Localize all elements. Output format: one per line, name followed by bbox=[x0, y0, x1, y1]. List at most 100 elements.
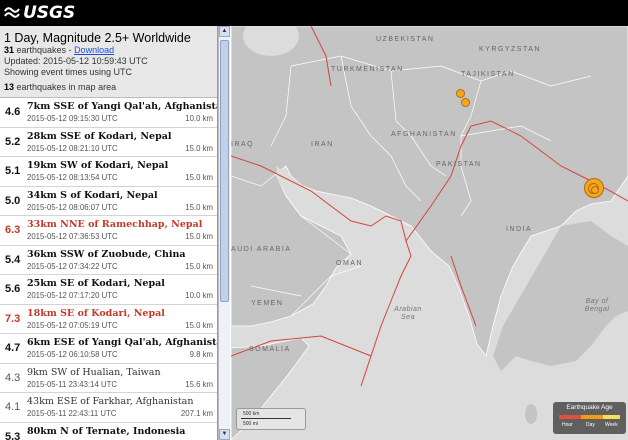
earthquake-list-item[interactable]: 5.3 80km N of Ternate, Indonesia bbox=[0, 423, 217, 440]
label-tajikistan: TAJIKISTAN bbox=[461, 71, 515, 78]
earthquake-magnitude: 5.4 bbox=[5, 253, 21, 266]
earthquake-time: 2015-05-12 07:17:20 UTC bbox=[27, 291, 118, 300]
legend-label-hour: Hour bbox=[562, 422, 573, 428]
earthquake-time: 2015-05-12 07:36:53 UTC bbox=[27, 232, 118, 241]
earthquake-place: 33km NNE of Ramechhap, Nepal bbox=[27, 219, 203, 230]
legend-bar-hour bbox=[559, 415, 581, 419]
legend-title: Earthquake Age bbox=[566, 404, 613, 411]
summary-title: 1 Day, Magnitude 2.5+ Worldwide bbox=[4, 31, 191, 45]
label-uzbekistan: UZBEKISTAN bbox=[376, 36, 435, 43]
quake-marker-afghanistan-2[interactable] bbox=[461, 98, 470, 107]
earthquake-time: 2015-05-11 22:43:11 UTC bbox=[27, 409, 117, 418]
earthquake-time: 2015-05-12 06:10:58 UTC bbox=[27, 350, 118, 359]
earthquake-time: 2015-05-11 23:43:14 UTC bbox=[27, 379, 118, 389]
earthquake-depth: 15.0 km bbox=[185, 232, 213, 241]
earthquake-depth: 207.1 km bbox=[180, 409, 213, 418]
earthquake-magnitude: 4.7 bbox=[5, 342, 21, 354]
quake-marker-afghanistan-1[interactable] bbox=[456, 89, 465, 98]
scale-km-label: 500 km bbox=[243, 411, 260, 417]
earthquake-count-line: 31 earthquakes - Download bbox=[4, 45, 213, 56]
scroll-down-button[interactable]: ▼ bbox=[219, 429, 230, 440]
earthquake-list-item[interactable]: 4.6 7km SSE of Yangi Qal'ah, Afghanistan 2… bbox=[0, 98, 217, 128]
earthquake-magnitude: 6.3 bbox=[5, 224, 21, 236]
earthquake-place: 25km SE of Kodari, Nepal bbox=[27, 278, 165, 289]
earthquake-age-legend: Earthquake Age Hour Day Week bbox=[553, 402, 626, 434]
earthquake-list-item[interactable]: 5.0 34km S of Kodari, Nepal 2015-05-12 08:… bbox=[0, 187, 217, 216]
timezone-note: Showing event times using UTC bbox=[4, 67, 133, 77]
earthquake-place: 34km S of Kodari, Nepal bbox=[27, 189, 158, 201]
label-iraq: IRAQ bbox=[231, 141, 255, 148]
label-somalia: SOMALIA bbox=[249, 346, 291, 353]
top-bar: USGS bbox=[0, 0, 628, 26]
earthquake-place: 28km SSE of Kodari, Nepal bbox=[27, 130, 172, 142]
label-kyrgyzstan: KYRGYZSTAN bbox=[479, 46, 541, 53]
earthquake-list-item[interactable]: 4.7 6km ESE of Yangi Qal'ah, Afghanistan 2… bbox=[0, 334, 217, 364]
scale-mi-label: 500 mi bbox=[243, 421, 259, 427]
earthquake-list-item[interactable]: 5.1 19km SW of Kodari, Nepal 2015-05-12 08… bbox=[0, 157, 217, 187]
scroll-thumb[interactable] bbox=[220, 40, 229, 302]
earthquake-depth: 15.0 km bbox=[185, 202, 213, 212]
earthquake-place: 18km SE of Kodari, Nepal bbox=[27, 307, 165, 319]
earthquake-magnitude: 5.1 bbox=[5, 165, 21, 177]
earthquake-depth: 15.0 km bbox=[185, 143, 213, 153]
earthquake-magnitude: 5.3 bbox=[5, 430, 21, 440]
earthquake-list-item[interactable]: 4.3 9km SW of Hualian, Taiwan 2015-05-11 2… bbox=[0, 364, 217, 393]
label-oman: OMAN bbox=[336, 260, 363, 267]
updated-timestamp: Updated: 2015-05-12 10:59:43 UTC bbox=[4, 56, 148, 66]
earthquake-place: 9km SW of Hualian, Taiwan bbox=[27, 366, 161, 378]
earthquake-depth: 15.0 km bbox=[185, 173, 213, 182]
earthquake-count: 31 bbox=[4, 45, 15, 55]
label-afghanistan: AFGHANISTAN bbox=[391, 131, 457, 138]
usgs-wave-icon bbox=[4, 7, 20, 18]
label-yemen: YEMEN bbox=[251, 300, 284, 307]
earthquake-list-item[interactable]: 4.1 43km ESE of Farkhar, Afghanistan 2015-… bbox=[0, 393, 217, 423]
earthquake-magnitude: 4.6 bbox=[5, 106, 21, 118]
map-area-count: 13 earthquakes in map area bbox=[4, 82, 213, 93]
earthquake-magnitude: 7.3 bbox=[5, 312, 21, 325]
earthquake-map[interactable]: UZBEKISTAN KYRGYZSTAN TURKMENISTAN TAJIK… bbox=[231, 26, 628, 440]
earthquake-magnitude: 5.6 bbox=[5, 283, 21, 295]
map-area-count-value: 13 bbox=[4, 82, 15, 92]
earthquake-list-item[interactable]: 5.6 25km SE of Kodari, Nepal 2015-05-12 07… bbox=[0, 275, 217, 305]
earthquake-magnitude: 5.0 bbox=[5, 194, 21, 207]
label-bay-of-bengal: Bay of Bengal bbox=[584, 298, 610, 313]
legend-bar-week bbox=[603, 415, 620, 419]
scroll-up-button[interactable]: ▲ bbox=[219, 26, 230, 37]
earthquake-place: 19km SW of Kodari, Nepal bbox=[27, 160, 169, 171]
sri-lanka bbox=[525, 404, 537, 424]
label-iran: IRAN bbox=[311, 141, 334, 148]
earthquake-magnitude: 4.1 bbox=[5, 401, 21, 413]
earthquake-list-item[interactable]: 7.3 18km SE of Kodari, Nepal 2015-05-12 07… bbox=[0, 305, 217, 334]
map-scale: 500 km 500 mi bbox=[236, 408, 306, 430]
download-link[interactable]: Download bbox=[74, 45, 114, 55]
quake-marker-nepal-small-2[interactable] bbox=[591, 186, 599, 194]
summary-panel: 1 Day, Magnitude 2.5+ Worldwide 31 earth… bbox=[0, 26, 217, 98]
earthquake-time: 2015-05-12 08:06:07 UTC bbox=[27, 202, 118, 212]
earthquake-place: 43km ESE of Farkhar, Afghanistan bbox=[27, 396, 194, 407]
earthquake-time: 2015-05-12 07:05:19 UTC bbox=[27, 320, 118, 330]
earthquake-depth: 15.6 km bbox=[185, 379, 213, 389]
earthquake-time: 2015-05-12 08:21:10 UTC bbox=[27, 143, 118, 153]
usgs-logo[interactable]: USGS bbox=[4, 3, 75, 23]
earthquake-depth: 9.8 km bbox=[189, 350, 213, 359]
earthquake-depth: 15.0 km bbox=[185, 320, 213, 330]
earthquake-place: 36km SSW of Zuobude, China bbox=[27, 248, 186, 260]
label-india: INDIA bbox=[506, 226, 533, 233]
legend-bar-day bbox=[581, 415, 603, 419]
label-saudi-arabia: AUDI ARABIA bbox=[231, 246, 292, 253]
map-canvas[interactable] bbox=[231, 26, 628, 440]
label-pakistan: PAKISTAN bbox=[436, 161, 482, 168]
legend-label-day: Day bbox=[586, 422, 595, 428]
earthquake-place: 80km N of Ternate, Indonesia bbox=[27, 425, 186, 437]
earthquake-list-item[interactable]: 6.3 33km NNE of Ramechhap, Nepal 2015-05-1… bbox=[0, 216, 217, 246]
label-turkmenistan: TURKMENISTAN bbox=[331, 66, 404, 73]
map-area-count-suffix: earthquakes in map area bbox=[14, 82, 117, 92]
earthquake-list-item[interactable]: 5.4 36km SSW of Zuobude, China 2015-05-12 … bbox=[0, 246, 217, 275]
sidebar-scrollbar[interactable]: ▲ ▼ bbox=[218, 26, 230, 440]
scale-line bbox=[241, 418, 291, 419]
earthquake-place: 6km ESE of Yangi Qal'ah, Afghanistan bbox=[27, 337, 218, 348]
earthquake-sidebar: 1 Day, Magnitude 2.5+ Worldwide 31 earth… bbox=[0, 26, 218, 440]
earthquake-list-item[interactable]: 5.2 28km SSE of Kodari, Nepal 2015-05-12 0… bbox=[0, 128, 217, 157]
earthquake-magnitude: 4.3 bbox=[5, 371, 21, 384]
earthquake-time: 2015-05-12 07:34:22 UTC bbox=[27, 261, 118, 271]
